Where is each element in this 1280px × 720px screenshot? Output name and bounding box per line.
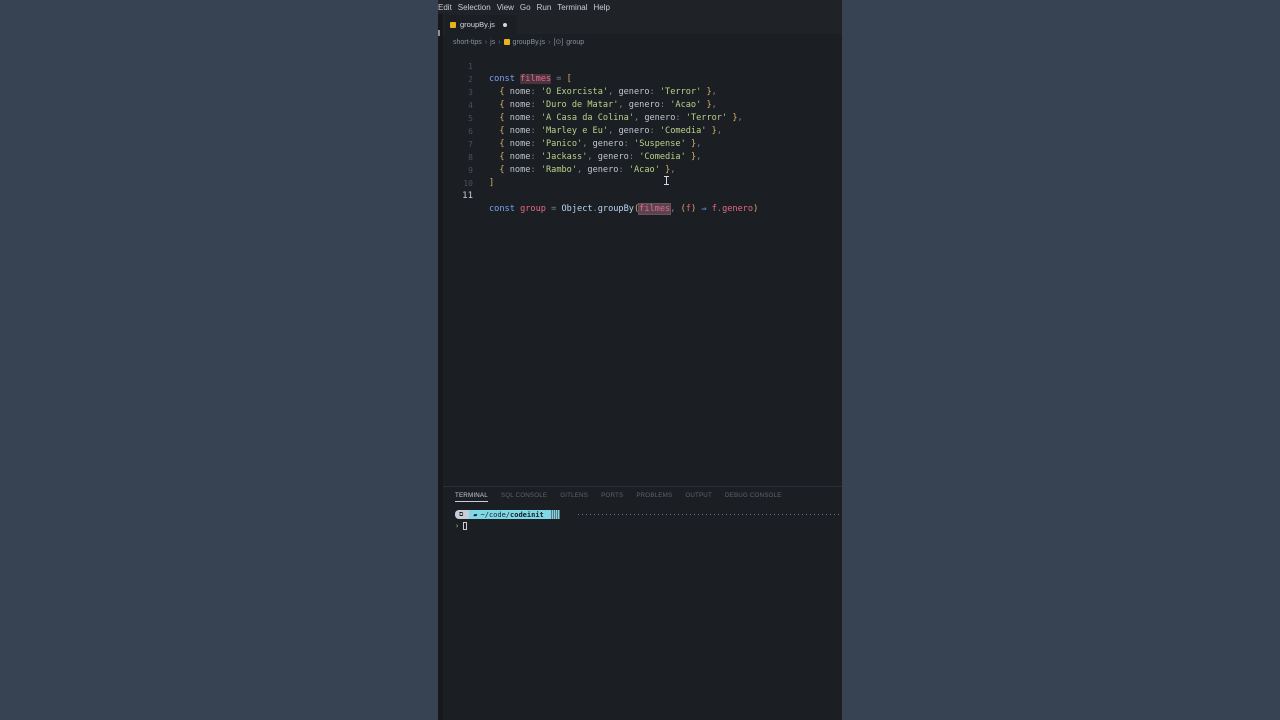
tab-sql-console[interactable]: SQL CONSOLE	[501, 492, 547, 502]
menu-view[interactable]: View	[496, 3, 518, 12]
selected-text[interactable]: filmes	[638, 203, 672, 215]
tab-debug-console[interactable]: DEBUG CONSOLE	[725, 492, 782, 502]
prompt-segment-end	[549, 510, 560, 519]
prompt-filler-line	[578, 514, 842, 515]
code-line: 5 { nome: 'Marley e Eu', genero: 'Comedi…	[443, 99, 842, 136]
menu-run[interactable]: Run	[536, 3, 556, 12]
chevron-right-icon: ›	[484, 38, 488, 46]
code-line: 3 { nome: 'Duro de Matar', genero: 'Acao…	[443, 73, 842, 110]
editor-tab-bar: groupBy.js	[443, 14, 842, 34]
code-line: 7 { nome: 'Jackass', genero: 'Comedia' }…	[443, 125, 842, 162]
panel-divider	[443, 486, 842, 487]
chevron-right-icon: ›	[498, 38, 501, 46]
folder-icon: ▰	[473, 510, 478, 519]
code-line: 6 { nome: 'Panico', genero: 'Suspense' }…	[443, 112, 842, 149]
tab-groupby-js[interactable]: groupBy.js	[445, 15, 517, 34]
panel-tab-bar: TERMINAL SQL CONSOLE GITLENS PORTS PROBL…	[455, 492, 782, 502]
variable-symbol-icon: [⊙]	[553, 39, 564, 46]
terminal-input-line[interactable]: ›	[455, 521, 468, 530]
tab-problems[interactable]: PROBLEMS	[636, 492, 672, 502]
prompt-arrow-icon: ›	[455, 521, 460, 530]
terminal-prompt: ⧉ ▰ ~/code/codeinit	[455, 510, 560, 519]
menu-selection[interactable]: Selection	[457, 3, 495, 12]
code-line-active: 11 const group = Object.groupBy(filmes, …	[443, 177, 842, 215]
line-number: 11	[462, 191, 473, 201]
menu-bar: Edit Selection View Go Run Terminal Help	[438, 0, 842, 14]
tab-gitlens[interactable]: GITLENS	[560, 492, 588, 502]
tab-ports[interactable]: PORTS	[601, 492, 623, 502]
menu-help[interactable]: Help	[593, 3, 614, 12]
unsaved-dot-icon[interactable]	[502, 22, 507, 27]
breadcrumb-short-tips[interactable]: short-tips	[453, 39, 482, 46]
menu-terminal[interactable]: Terminal	[556, 3, 591, 12]
breadcrumb: short-tips › js › groupBy.js › [⊙] group	[453, 37, 584, 47]
code-line: 8 { nome: 'Rambo', genero: 'Acao' },	[443, 138, 842, 175]
menu-go[interactable]: Go	[519, 3, 535, 12]
terminal-path: ▰ ~/code/codeinit	[469, 510, 550, 519]
chevron-right-icon: ›	[548, 38, 551, 46]
code-editor[interactable]: 1 const filmes = [ 2 { nome: 'O Exorcist…	[443, 47, 842, 487]
code-line: 9 ]	[443, 151, 842, 188]
breadcrumb-symbol[interactable]: group	[566, 39, 584, 46]
tab-terminal[interactable]: TERMINAL	[455, 492, 488, 502]
javascript-file-icon	[450, 21, 456, 28]
code-line: 1 const filmes = [	[443, 47, 842, 84]
breadcrumb-file[interactable]: groupBy.js	[513, 39, 546, 46]
code-line: 4 { nome: 'A Casa da Colina', genero: 'T…	[443, 86, 842, 123]
tab-output[interactable]: OUTPUT	[685, 492, 712, 502]
vscode-window: Edit Selection View Go Run Terminal Help…	[438, 0, 842, 720]
code-line: 10	[443, 164, 842, 188]
sidebar-indicator	[438, 30, 440, 36]
breadcrumb-js[interactable]: js	[490, 39, 495, 46]
os-icon: ⧉	[455, 510, 470, 519]
terminal-cursor	[463, 521, 468, 530]
code-line: 2 { nome: 'O Exorcista', genero: 'Terror…	[443, 60, 842, 97]
menu-edit[interactable]: Edit	[438, 3, 456, 12]
tab-label: groupBy.js	[460, 20, 495, 29]
javascript-file-icon	[503, 39, 510, 45]
text-cursor-ibeam-icon	[664, 176, 669, 185]
